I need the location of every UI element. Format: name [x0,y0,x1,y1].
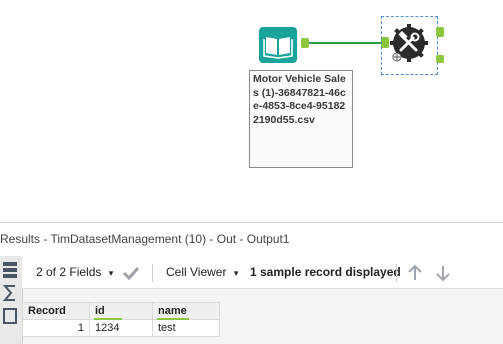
name-cell[interactable]: test [152,319,220,337]
column-header-record[interactable]: Record [22,302,90,320]
scroll-down-button[interactable] [434,256,452,288]
column-header-name[interactable]: name [152,302,220,320]
sample-records-label: 1 sample record displayed [250,265,401,279]
input-data-tool[interactable] [259,27,297,63]
results-toolbar: 2 of 2 Fields ▾ Cell Viewer ▾ 1 sample r… [22,256,503,289]
results-grid[interactable]: Record id name 1 1234 test [22,302,220,337]
tools-gear-icon [390,24,428,62]
sigma-icon [2,285,15,301]
chevron-down-icon: ▾ [233,268,239,278]
arrow-up-icon [408,264,422,280]
apply-checkmark-button[interactable] [122,256,140,288]
column-header-label: id [95,305,105,317]
tool-annotation: Motor Vehicle Sales (1)-36847821-46ce-48… [249,70,353,168]
viewer-label: Cell Viewer [166,265,227,279]
output-anchor-o[interactable] [436,27,444,37]
viewer-dropdown[interactable]: Cell Viewer ▾ [166,256,238,288]
data-quality-bar [94,318,122,320]
fields-label: 2 of 2 Fields [36,265,102,279]
results-window: Results - TimDatasetManagement (10) - Ou… [0,222,503,344]
table-rows-icon [3,262,17,278]
table-row[interactable]: 1 1234 test [22,319,220,337]
macro-tool[interactable] [389,23,429,63]
toolbar-divider [396,264,397,282]
output-anchor-r[interactable] [436,55,444,63]
checkmark-icon [122,266,140,281]
data-quality-bar [157,318,189,320]
metadata-view-button[interactable] [0,283,20,303]
column-header-label: name [158,305,187,317]
arrow-down-icon [436,265,450,282]
toolbar-divider [152,264,153,282]
results-title: Results - TimDatasetManagement (10) - Ou… [0,223,503,257]
output-anchor[interactable] [301,38,309,48]
scroll-up-button[interactable] [406,256,424,288]
id-cell[interactable]: 1234 [89,319,153,337]
data-view-button[interactable] [0,260,20,280]
page-icon [3,308,17,324]
workflow-canvas[interactable]: Motor Vehicle Sales (1)-36847821-46ce-48… [0,0,503,222]
chevron-down-icon: ▾ [108,268,114,278]
connection-line[interactable] [309,42,383,44]
book-icon [259,27,297,63]
fields-dropdown[interactable]: 2 of 2 Fields ▾ [36,256,113,288]
message-view-button[interactable] [0,306,20,326]
results-side-rail [0,256,23,344]
record-cell[interactable]: 1 [22,319,90,337]
column-header-id[interactable]: id [89,302,153,320]
